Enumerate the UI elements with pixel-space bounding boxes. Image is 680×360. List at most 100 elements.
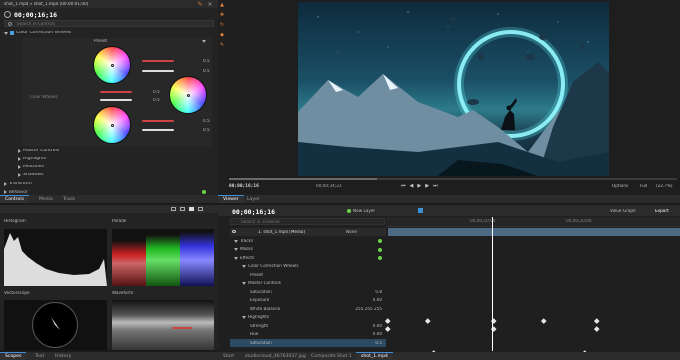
wheel-handle[interactable] (111, 64, 114, 67)
slider-white-2[interactable] (100, 99, 132, 101)
property-value[interactable]: 0.00 (373, 332, 382, 336)
tab-media[interactable]: Media (34, 195, 58, 203)
new-layer-button[interactable]: New Layer (353, 209, 375, 213)
keyframe[interactable] (594, 326, 600, 332)
property-value[interactable]: 0.00 (373, 324, 382, 328)
item-highlights[interactable]: Highlights (18, 157, 46, 162)
layout-1-icon[interactable] (171, 207, 176, 211)
slider-white-3[interactable] (142, 129, 174, 131)
viewer-quality[interactable]: Full (640, 184, 647, 188)
tab-controls[interactable]: Controls (0, 195, 29, 203)
tab-scopes[interactable]: Scopes (0, 352, 27, 360)
pen-icon[interactable]: ✎ (197, 1, 203, 8)
property-value[interactable]: 0.00 (373, 298, 382, 302)
item-midtones[interactable]: Midtones (18, 165, 44, 170)
expand-icon[interactable] (234, 239, 238, 243)
viewer-progress-track[interactable] (229, 178, 677, 180)
snap-icon[interactable] (418, 208, 423, 213)
timeline-property-row[interactable]: Color Correction Wheels (230, 263, 386, 271)
tab-shot[interactable]: shot_1.mp4 (356, 352, 393, 360)
expand-icon[interactable] (242, 265, 246, 268)
keyframe[interactable] (425, 318, 431, 324)
item-behavior[interactable]: Behavior (4, 190, 28, 195)
tab-viewer[interactable]: Viewer (218, 195, 244, 203)
timeline-property-row[interactable]: Tracks (230, 237, 386, 245)
slider-red-2[interactable] (100, 91, 132, 93)
expand-icon[interactable] (18, 157, 21, 162)
color-wheel-lift[interactable] (93, 46, 131, 84)
keyframe[interactable] (541, 318, 547, 324)
expand-icon[interactable] (242, 282, 246, 285)
layer-clip[interactable] (388, 228, 680, 236)
timeline-property-row[interactable]: Preset (230, 271, 386, 279)
controls-search[interactable]: Search in Controls (4, 20, 214, 27)
timeline-property-row[interactable]: Effects (230, 254, 386, 262)
expand-icon[interactable] (18, 173, 21, 178)
viewer-options[interactable]: Options (612, 184, 628, 188)
go-start-icon[interactable]: ⏮ (401, 183, 406, 189)
tab-track[interactable]: Track (58, 195, 80, 203)
viewer-canvas[interactable] (298, 2, 609, 176)
new-layer-icon[interactable] (347, 209, 351, 213)
tab-history[interactable]: History (50, 352, 76, 360)
export-button[interactable]: Export (655, 209, 669, 213)
expand-icon[interactable] (18, 165, 21, 170)
tab-text[interactable]: Text (30, 352, 49, 360)
item-transform[interactable]: Transform (4, 182, 32, 187)
slider-white-1[interactable] (142, 70, 174, 72)
blend-mode[interactable]: None (346, 230, 357, 234)
expand-icon[interactable] (4, 182, 7, 187)
section-checkbox[interactable] (10, 31, 14, 35)
property-value[interactable]: 255 255 255 (355, 307, 382, 311)
keyframe[interactable] (385, 326, 391, 332)
timeline-search[interactable]: Search in Timeline (230, 218, 385, 225)
expand-icon[interactable] (234, 248, 238, 251)
timeline-property-row[interactable]: Saturation 0.8 (230, 288, 386, 296)
wheel-handle[interactable] (187, 94, 190, 97)
expand-icon[interactable] (242, 316, 246, 319)
playhead[interactable] (492, 217, 493, 351)
layout-4-icon[interactable] (189, 207, 194, 211)
value-graph-button[interactable]: Value Graph (610, 209, 636, 213)
tab-composite[interactable]: Composite Shot 1 (306, 352, 357, 360)
pen-tool-icon[interactable]: ✎ (219, 42, 225, 48)
expand-icon[interactable] (18, 149, 21, 154)
go-end-icon[interactable]: ⏭ (433, 183, 438, 189)
keyframe[interactable] (594, 318, 600, 324)
timeline-property-row[interactable]: Master Controls (230, 280, 386, 288)
timeline-property-row[interactable]: Saturation 0.5 (230, 339, 386, 347)
timeline-property-row[interactable]: White Balance 255 255 255 (230, 305, 386, 313)
timeline-property-row[interactable]: Strength 0.00 (230, 322, 386, 330)
color-wheel-gain[interactable] (93, 106, 131, 144)
slider-red-3[interactable] (142, 120, 174, 122)
timeline-property-row[interactable]: Highlights (230, 314, 386, 322)
tab-image[interactable]: studiocloud_46763037.jpg (240, 352, 311, 360)
slider-red-1[interactable] (142, 60, 174, 62)
tab-start[interactable]: Start (218, 352, 239, 360)
timeline-ruler[interactable]: 00;00;10;00 00;00;20;00 (386, 217, 680, 227)
timeline-property-row[interactable]: Exposure 0.00 (230, 297, 386, 305)
layout-2-icon[interactable] (180, 207, 185, 211)
controls-search-input[interactable]: Search in Controls (17, 22, 55, 26)
collapse-icon[interactable] (4, 31, 8, 35)
color-wheel-gamma[interactable] (169, 76, 207, 114)
layout-grid-icon[interactable] (198, 207, 203, 211)
timeline-search-input[interactable]: Search in Timeline (241, 220, 280, 224)
select-tool-icon[interactable]: ▲ (219, 2, 225, 8)
keyframe[interactable] (385, 318, 391, 324)
expand-icon[interactable] (4, 190, 7, 195)
step-back-icon[interactable]: ◀ (410, 183, 414, 189)
preset-dropdown-arrow[interactable] (202, 40, 206, 43)
play-icon[interactable]: ▶ (417, 183, 421, 189)
property-value[interactable]: 0.5 (375, 341, 382, 345)
viewer-zoom[interactable]: (22.7%) (656, 184, 673, 188)
rotate-tool-icon[interactable]: ↻ (219, 22, 225, 28)
tab-layer[interactable]: Layer (242, 195, 265, 203)
timeline-property-row[interactable]: Masks (230, 246, 386, 254)
section-header[interactable]: Color Correction Wheels (4, 30, 214, 36)
property-value[interactable]: 0.8 (375, 290, 382, 294)
mask-tool-icon[interactable]: ◆ (219, 32, 225, 38)
layer-row[interactable]: 1. shot_1.mp4 [Media] None (230, 228, 386, 236)
eye-icon[interactable] (232, 230, 236, 233)
wheel-handle[interactable] (111, 124, 114, 127)
